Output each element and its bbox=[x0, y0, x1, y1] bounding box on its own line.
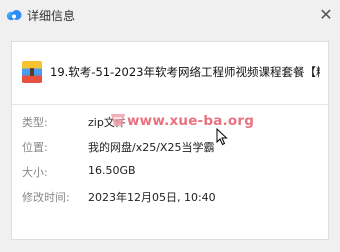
property-value: 2023年12月05日, 10:40 bbox=[88, 191, 216, 204]
archive-file-icon bbox=[22, 61, 42, 83]
property-label: 类型: bbox=[22, 116, 48, 129]
property-label: 位置: bbox=[22, 141, 48, 154]
window-title: 详细信息 bbox=[27, 9, 76, 23]
watermark-text: www.xue-ba.org bbox=[127, 113, 255, 129]
cloud-icon bbox=[6, 10, 22, 21]
close-icon: ✕ bbox=[319, 4, 333, 24]
close-button[interactable]: ✕ bbox=[316, 4, 336, 24]
mouse-cursor-icon bbox=[216, 128, 228, 146]
property-value[interactable]: 我的网盘/x25/X25当学霸 bbox=[88, 139, 214, 155]
file-header: 19.软考-51-2023年软考网络工程师视频课程套餐【精... bbox=[22, 59, 322, 85]
property-value: 16.50GB bbox=[88, 164, 136, 177]
property-label: 修改时间: bbox=[22, 191, 70, 204]
file-name: 19.软考-51-2023年软考网络工程师视频课程套餐【精... bbox=[50, 65, 320, 79]
watermark-logo-icon bbox=[111, 114, 125, 126]
title-bar: 详细信息 ✕ bbox=[0, 0, 340, 30]
details-panel: 19.软考-51-2023年软考网络工程师视频课程套餐【精... 类型: zip… bbox=[11, 41, 329, 240]
property-label: 大小: bbox=[22, 166, 48, 179]
divider bbox=[12, 104, 328, 105]
